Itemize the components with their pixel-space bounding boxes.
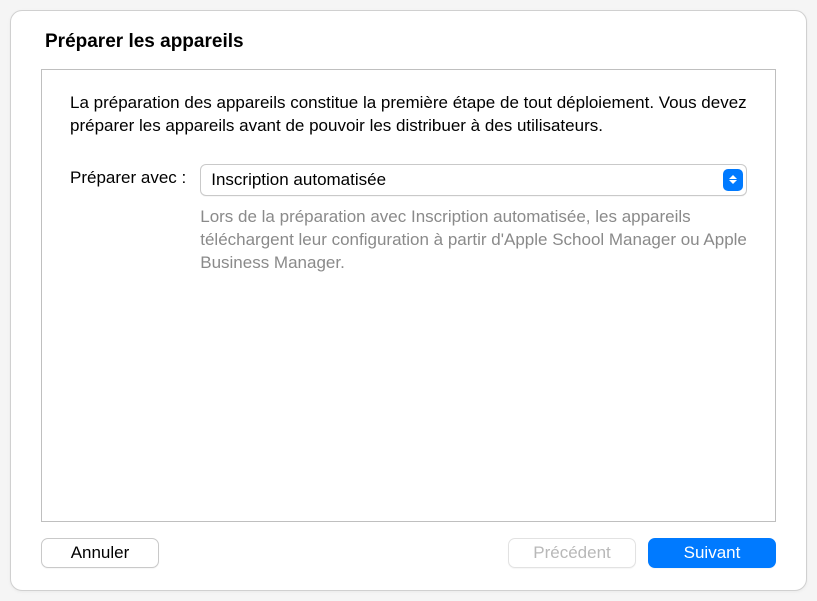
prepare-with-help-text: Lors de la préparation avec Inscription …: [200, 206, 747, 275]
prepare-with-selected-value: Inscription automatisée: [211, 170, 386, 190]
button-row: Annuler Précédent Suivant: [41, 538, 776, 568]
next-button[interactable]: Suivant: [648, 538, 776, 568]
prepare-with-label: Préparer avec :: [70, 164, 186, 188]
prepare-with-select[interactable]: Inscription automatisée: [200, 164, 747, 196]
previous-button: Précédent: [508, 538, 636, 568]
cancel-button[interactable]: Annuler: [41, 538, 159, 568]
dialog-title: Préparer les appareils: [45, 31, 776, 53]
intro-text: La préparation des appareils constitue l…: [70, 92, 747, 138]
prepare-with-control-column: Inscription automatisée Lors de la prépa…: [200, 164, 747, 275]
updown-chevron-icon: [723, 169, 743, 191]
prepare-with-row: Préparer avec : Inscription automatisée …: [70, 164, 747, 275]
prepare-devices-dialog: Préparer les appareils La préparation de…: [10, 10, 807, 591]
prepare-with-select-wrap: Inscription automatisée: [200, 164, 747, 196]
content-panel: La préparation des appareils constitue l…: [41, 69, 776, 522]
